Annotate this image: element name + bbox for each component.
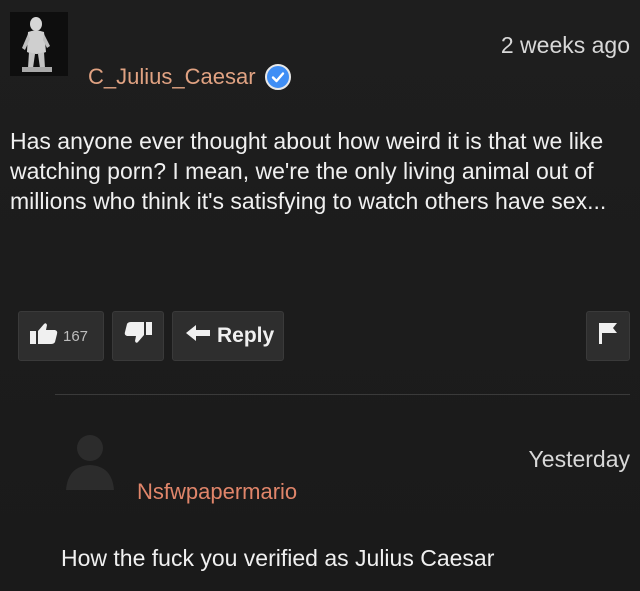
thumbs-down-icon [123,321,153,351]
flag-icon [597,321,619,351]
reply-button[interactable]: Reply [172,311,284,361]
comment-text: Has anyone ever thought about how weird … [10,128,607,214]
default-user-avatar-icon[interactable] [62,428,118,492]
reply-divider [55,394,630,395]
thumbs-up-icon [29,321,59,351]
comment-thread: 2 weeks ago C_Julius_Caesar Has anyone e… [0,0,640,591]
downvote-button[interactable] [112,311,164,361]
comment-author-name[interactable]: C_Julius_Caesar [88,64,256,90]
comment-actions: 167 Reply [18,311,284,361]
flag-button[interactable] [586,311,630,361]
verified-badge-icon [264,64,291,90]
upvote-count: 167 [63,327,89,345]
reply-arrow-icon [185,323,211,349]
reply-timestamp: Yesterday [528,446,630,472]
reply-text: How the fuck you verified as Julius Caes… [61,545,495,571]
upvote-button[interactable]: 167 [18,311,104,361]
statue-avatar-icon[interactable] [10,12,68,76]
comment-author[interactable]: C_Julius_Caesar [88,64,291,90]
reply-author-name[interactable]: Nsfwpapermario [137,479,297,505]
comment-timestamp: 2 weeks ago [500,32,630,58]
reply-button-label: Reply [217,324,275,347]
